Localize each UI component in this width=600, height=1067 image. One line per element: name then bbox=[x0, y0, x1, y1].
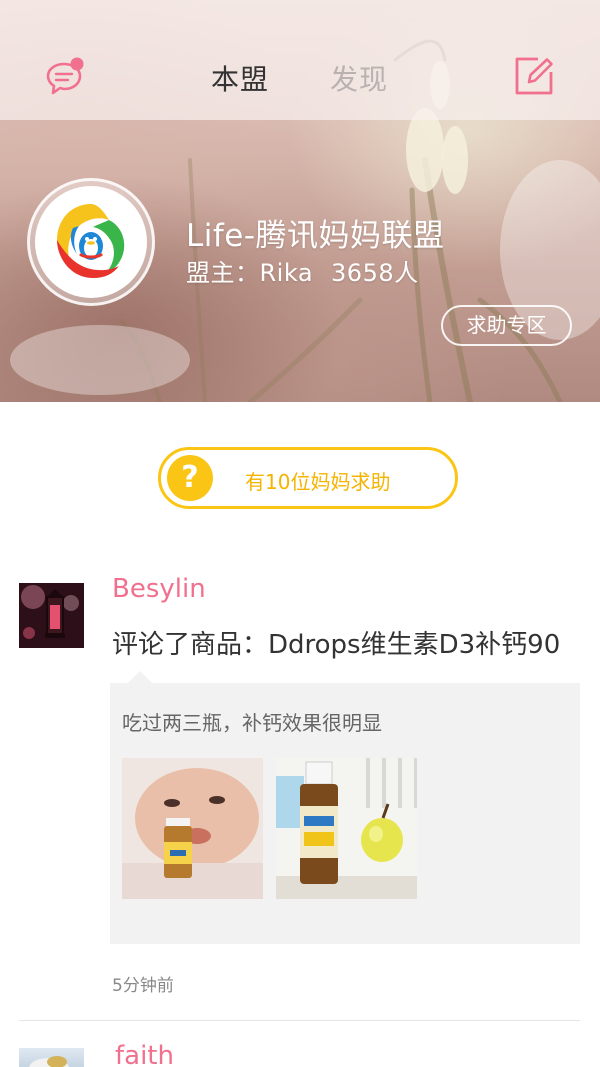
feed-timestamp: 5分钟前 bbox=[112, 976, 174, 996]
top-navigation-bar: 本盟 发现 bbox=[0, 0, 600, 120]
ddrops-bottle-with-apple-photo bbox=[276, 758, 417, 899]
comment-photo[interactable] bbox=[276, 758, 417, 899]
baby-with-ddrops-bottle-photo bbox=[122, 758, 263, 899]
feed-action-text[interactable]: 评论了商品：Ddrops维生素D3补钙90 bbox=[112, 624, 560, 661]
help-requests-button[interactable]: ? 有10位妈妈求助 bbox=[158, 447, 458, 509]
tab-discover[interactable]: 发现 bbox=[330, 58, 388, 98]
feed-divider bbox=[19, 1020, 580, 1021]
lantern-avatar-image bbox=[19, 583, 84, 648]
group-banner: 本盟 发现 Life-腾讯妈妈联盟 盟主：Rika 3658人 求助专区 bbox=[0, 0, 600, 402]
compose-button[interactable] bbox=[514, 56, 554, 96]
avatar[interactable] bbox=[19, 1048, 84, 1067]
group-avatar[interactable] bbox=[27, 178, 155, 306]
comment-photo[interactable] bbox=[122, 758, 263, 899]
feed-username[interactable]: faith bbox=[115, 1041, 174, 1067]
avatar-image bbox=[29, 1056, 69, 1067]
help-zone-button[interactable]: 求助专区 bbox=[441, 305, 572, 346]
comment-card[interactable]: 吃过两三瓶，补钙效果很明显 bbox=[110, 671, 580, 944]
edit-icon bbox=[515, 57, 553, 95]
question-mark-icon: ? bbox=[167, 455, 213, 501]
member-count: 3658人 bbox=[331, 259, 419, 287]
tab-my-group[interactable]: 本盟 bbox=[211, 58, 269, 98]
feed-username[interactable]: Besylin bbox=[112, 574, 206, 604]
group-owner: 盟主：Rika bbox=[186, 259, 314, 287]
chat-bubble-icon bbox=[46, 57, 84, 95]
messages-button[interactable] bbox=[44, 56, 86, 98]
group-meta: 盟主：Rika 3658人 bbox=[186, 253, 419, 288]
help-requests-text: 有10位妈妈求助 bbox=[245, 470, 391, 494]
group-title: Life-腾讯妈妈联盟 bbox=[186, 218, 445, 254]
qq-penguin-logo-icon bbox=[57, 204, 125, 278]
tencent-mom-logo bbox=[35, 186, 147, 298]
comment-text: 吃过两三瓶，补钙效果很明显 bbox=[122, 711, 382, 735]
avatar[interactable] bbox=[19, 583, 84, 648]
